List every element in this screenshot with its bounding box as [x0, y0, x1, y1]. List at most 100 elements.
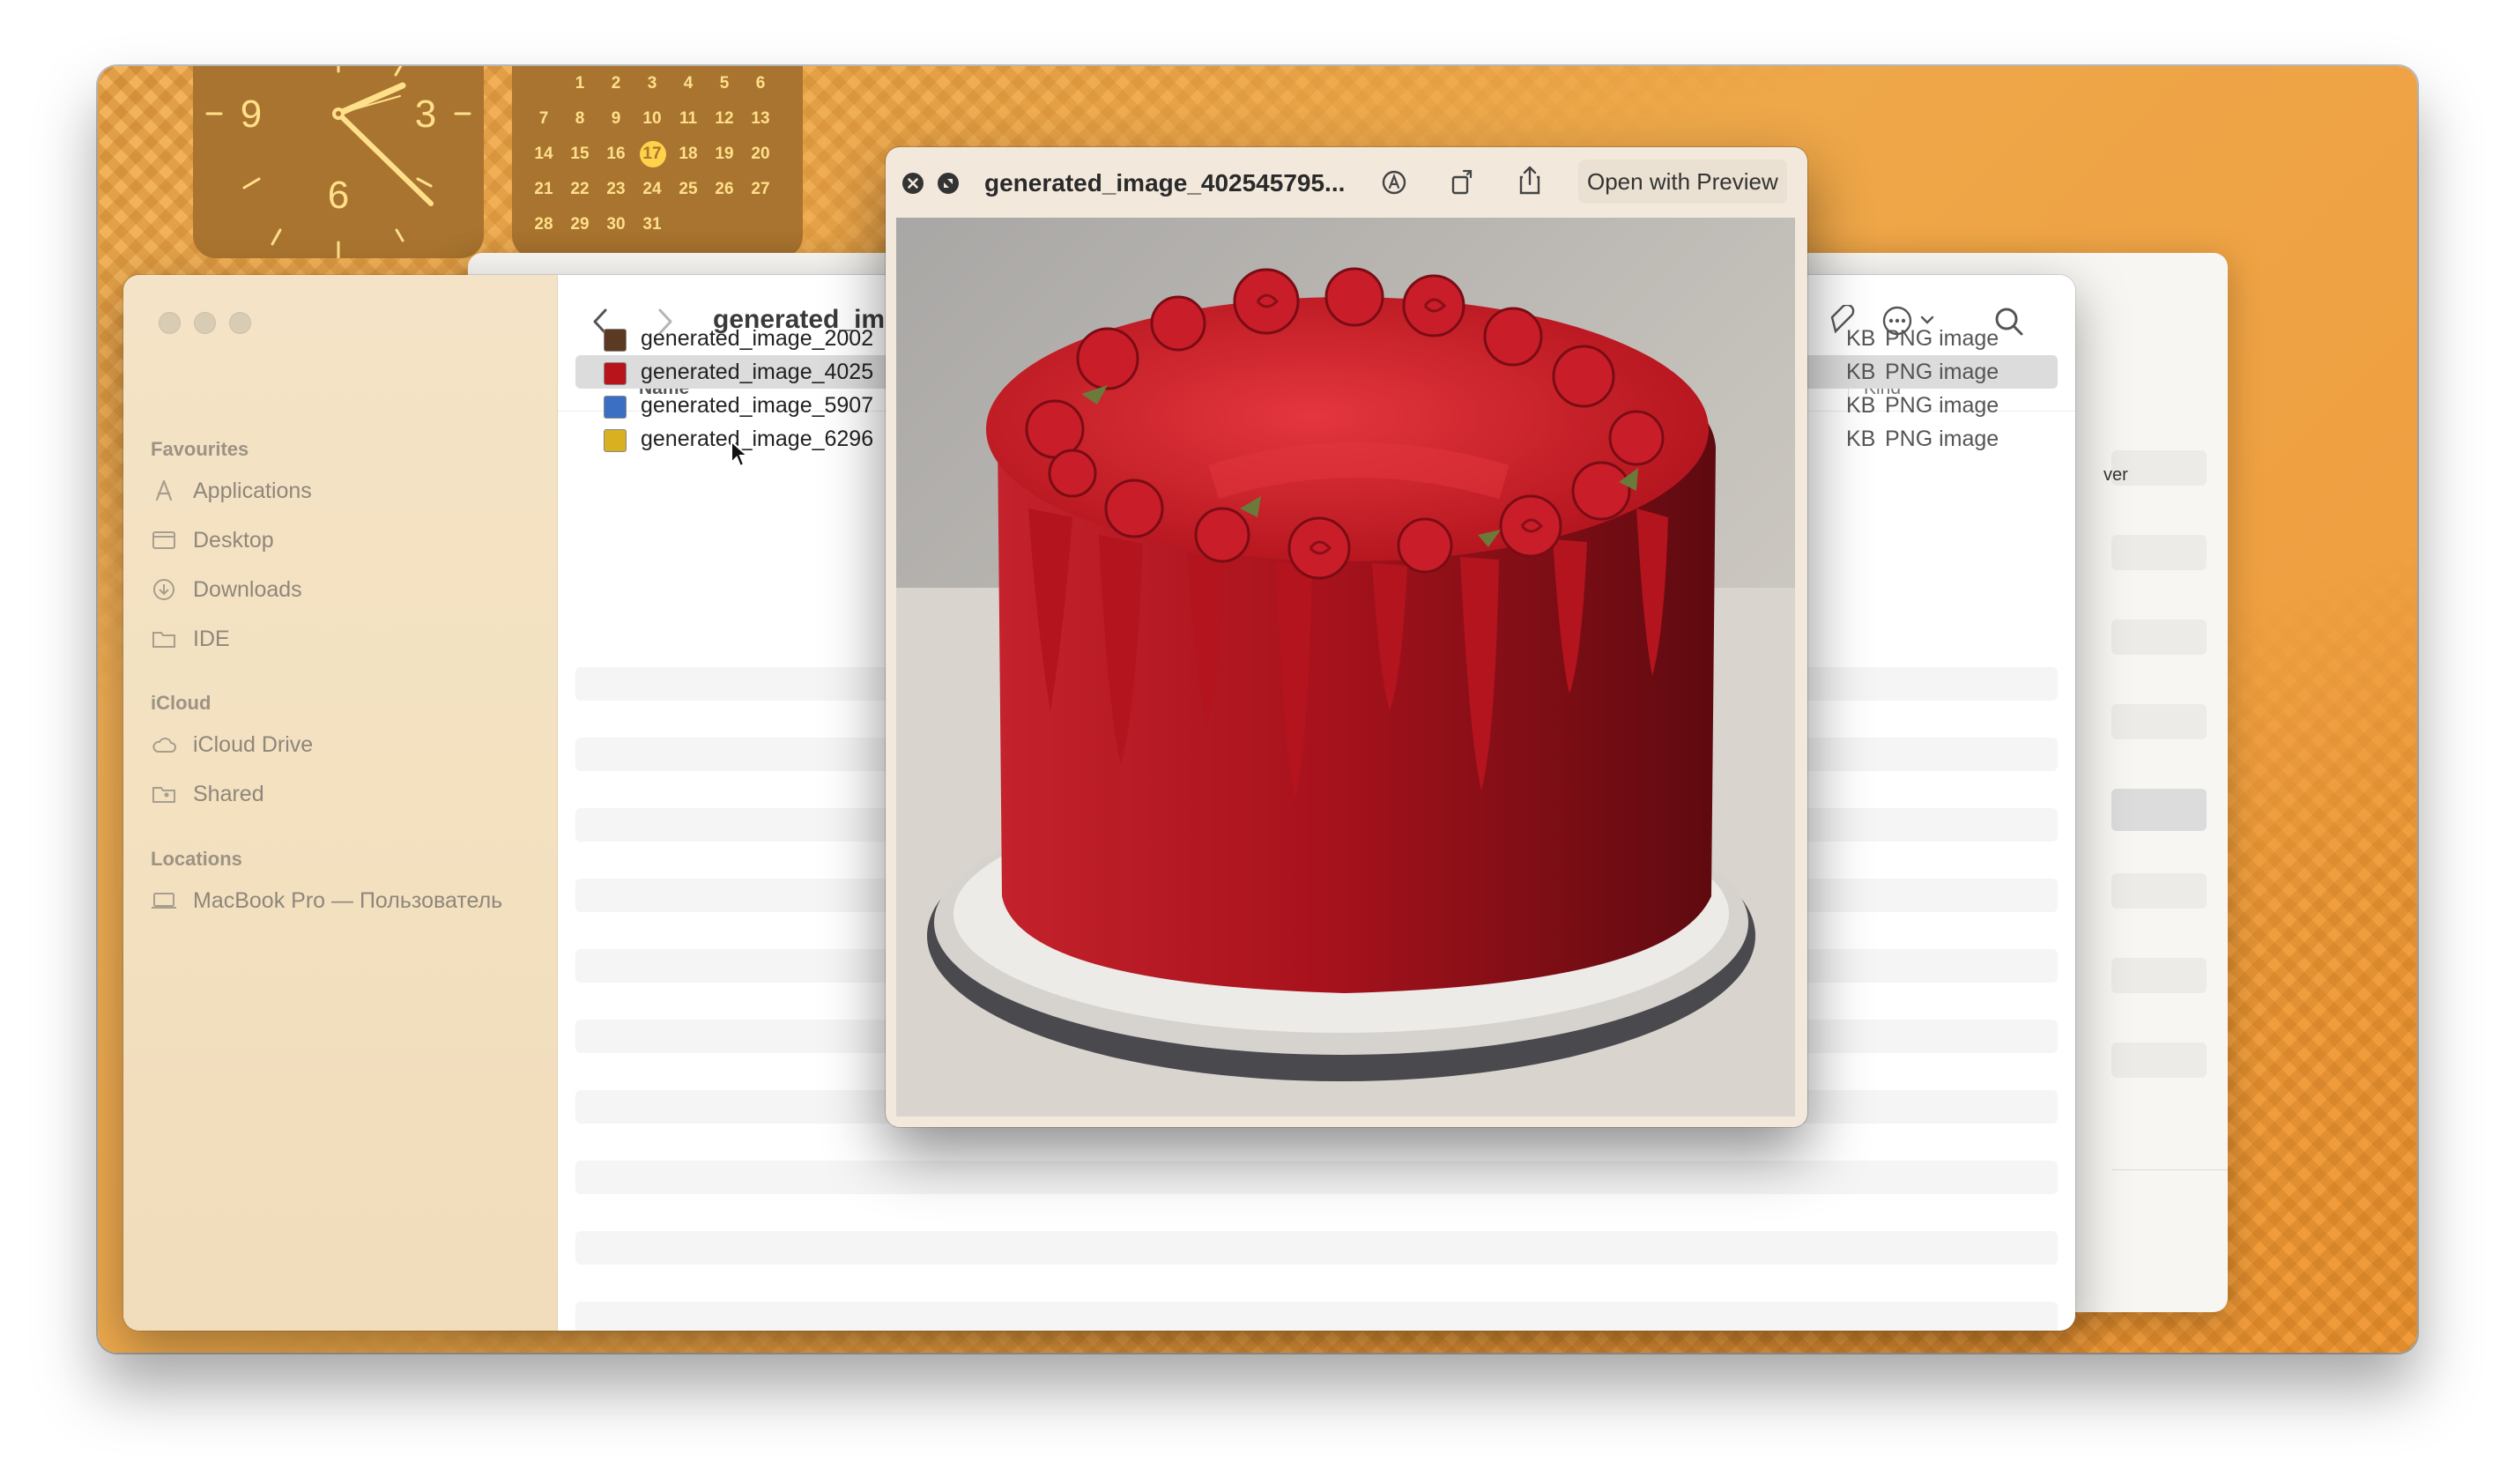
- file-size: KB: [1846, 360, 1876, 384]
- fullscreen-icon[interactable]: [937, 172, 960, 199]
- file-thumbnail-icon: [604, 396, 627, 419]
- background-window-row: [2111, 958, 2207, 993]
- sidebar-item-macbook-pro[interactable]: MacBook Pro — Пользователь: [151, 883, 502, 918]
- sidebar-item-label: Desktop: [193, 527, 274, 553]
- sidebar-item-label: Applications: [193, 478, 312, 503]
- sidebar-item-desktop[interactable]: Desktop: [151, 523, 274, 558]
- empty-row: [575, 1231, 2058, 1265]
- sidebar-item-downloads[interactable]: Downloads: [151, 572, 302, 607]
- minimize-window-button[interactable]: [194, 312, 216, 334]
- clock-numeral-3: 3: [415, 93, 436, 136]
- finder-sidebar: Favourites Applications Desktop Download…: [123, 275, 558, 1331]
- calendar-day: 3: [634, 66, 670, 101]
- calendar-day-label: 16: [606, 145, 626, 163]
- calendar-day: 2: [598, 66, 634, 101]
- folder-icon: [151, 627, 177, 650]
- file-name: generated_image_5907: [641, 393, 874, 418]
- sidebar-header-favourites: Favourites: [151, 438, 249, 460]
- open-with-preview-button[interactable]: Open with Preview: [1578, 160, 1787, 204]
- red-velvet-cake-image: [896, 218, 1795, 1117]
- share-icon[interactable]: [1516, 165, 1544, 201]
- calendar-day-label: 2: [611, 74, 621, 93]
- shared-folder-icon: [151, 783, 177, 805]
- background-window-selected-row: [2111, 789, 2207, 831]
- calendar-day: 20: [743, 137, 778, 172]
- calendar-day-label: 13: [751, 109, 770, 128]
- calendar-day: 12: [707, 101, 742, 137]
- clock-widget[interactable]: 9 3 6: [193, 66, 484, 258]
- calendar-day: 30: [598, 207, 634, 242]
- file-size: KB: [1846, 326, 1876, 351]
- quicklook-window[interactable]: generated_image_402545795... Open with P…: [886, 147, 1807, 1127]
- calendar-day: 7: [526, 101, 561, 137]
- file-size: KB: [1846, 393, 1876, 418]
- file-kind: PNG image: [1885, 393, 1999, 418]
- calendar-day: 23: [598, 172, 634, 207]
- close-icon[interactable]: [901, 172, 924, 199]
- calendar-day-label: 18: [679, 145, 698, 163]
- calendar-day-label: 7: [538, 109, 549, 128]
- desktop-icon: [151, 529, 177, 552]
- sidebar-header-icloud: iCloud: [151, 692, 211, 714]
- calendar-day: 9: [598, 101, 634, 137]
- sidebar-item-applications[interactable]: Applications: [151, 473, 312, 508]
- sidebar-item-shared[interactable]: Shared: [151, 776, 264, 812]
- background-window-row: [2111, 535, 2207, 570]
- sidebar-item-label: Downloads: [193, 576, 302, 602]
- sidebar-item-label: IDE: [193, 626, 230, 651]
- applications-icon: [151, 479, 177, 502]
- downloads-icon: [151, 578, 177, 601]
- calendar-day-label: 24: [642, 180, 662, 198]
- calendar-day: 31: [634, 207, 670, 242]
- rotate-icon[interactable]: [1448, 167, 1478, 201]
- calendar-day-label: 20: [751, 145, 770, 163]
- background-window-row: [2111, 620, 2207, 655]
- calendar-day-label: 1: [575, 74, 585, 93]
- calendar-day: 1: [562, 66, 597, 101]
- calendar-day: 21: [526, 172, 561, 207]
- background-window-row: [2111, 1043, 2207, 1078]
- background-window-row: [2111, 873, 2207, 909]
- calendar-day-label: 6: [755, 74, 766, 93]
- calendar-day-label: 9: [611, 109, 621, 128]
- file-name: generated_image_6296: [641, 427, 874, 451]
- empty-row: [575, 1161, 2058, 1194]
- sidebar-item-label: MacBook Pro — Пользователь: [193, 887, 503, 913]
- laptop-icon: [151, 889, 177, 912]
- sidebar-item-icloud-drive[interactable]: iCloud Drive: [151, 727, 313, 762]
- calendar-widget[interactable]: 1 2 3 4 5 6 7 8 9 10 11 12 13 14 15 16 17 18 19 20 21 22 23 24 2…: [512, 66, 803, 258]
- calendar-day-label: 25: [679, 180, 698, 198]
- calendar-day-label: 30: [606, 215, 626, 234]
- clock-face: 9 3 6: [205, 66, 471, 258]
- calendar-day-label: 27: [751, 180, 770, 198]
- calendar-day-label: 29: [570, 215, 590, 234]
- calendar-day: 24: [634, 172, 670, 207]
- clock-numeral-6: 6: [328, 174, 349, 217]
- file-size: KB: [1846, 427, 1876, 451]
- calendar-day-label: 4: [683, 74, 694, 93]
- file-name: generated_image_2002: [641, 326, 874, 351]
- calendar-day: 16: [598, 137, 634, 172]
- empty-row: [575, 1302, 2058, 1331]
- calendar-day: 26: [707, 172, 742, 207]
- calendar-day-label: 19: [715, 145, 734, 163]
- zoom-window-button[interactable]: [229, 312, 251, 334]
- sidebar-item-ide[interactable]: IDE: [151, 621, 230, 657]
- calendar-day: 8: [562, 101, 597, 137]
- calendar-day: 27: [743, 172, 778, 207]
- calendar-day: 10: [634, 101, 670, 137]
- markup-icon[interactable]: [1380, 168, 1408, 201]
- calendar-day: 19: [707, 137, 742, 172]
- calendar-blank: [526, 66, 561, 101]
- file-kind: PNG image: [1885, 427, 1999, 451]
- file-kind: PNG image: [1885, 360, 1999, 384]
- calendar-day-label: 31: [642, 215, 662, 234]
- sidebar-item-label: iCloud Drive: [193, 731, 314, 757]
- calendar-day-label: 22: [570, 180, 590, 198]
- calendar-day-label: 10: [642, 109, 662, 128]
- calendar-day-label: 28: [534, 215, 553, 234]
- file-kind: PNG image: [1885, 326, 1999, 351]
- calendar-day-label: 14: [534, 145, 553, 163]
- calendar-grid: 1 2 3 4 5 6 7 8 9 10 11 12 13 14 15 16 17 18 19 20 21 22 23 24 2…: [526, 66, 790, 242]
- close-window-button[interactable]: [159, 312, 181, 334]
